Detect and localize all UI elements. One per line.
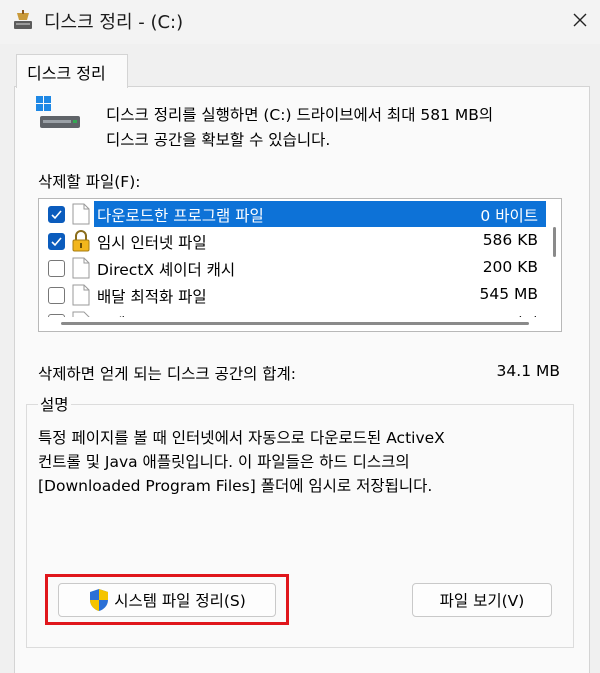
checkbox-directx-shader-cache[interactable] — [48, 260, 65, 277]
lock-icon — [72, 230, 90, 252]
vertical-scrollbar[interactable] — [546, 199, 561, 317]
drive-icon — [36, 96, 80, 128]
list-item-delivery-optimization-files[interactable]: 배달 최적화 파일 545 MB — [39, 282, 546, 309]
close-icon — [573, 13, 587, 27]
list-item-temporary-internet-files[interactable]: 임시 인터넷 파일 586 KB — [39, 228, 546, 255]
highlight-annotation — [45, 574, 289, 625]
close-button[interactable] — [566, 6, 594, 34]
horizontal-scrollbar[interactable] — [39, 317, 561, 331]
file-size: 200 KB — [482, 258, 538, 276]
description-line-3: [Downloaded Program Files] 폴더에 임시로 저장됩니다… — [38, 477, 433, 495]
checkmark-icon — [51, 210, 62, 220]
description-line-1: 특정 페이지를 볼 때 인터넷에서 자동으로 다운로드된 ActiveX — [38, 429, 445, 447]
file-name: 임시 인터넷 파일 — [97, 234, 207, 252]
checkbox-temporary-internet-files[interactable] — [48, 233, 65, 250]
description-line-2: 컨트롤 및 Java 애플릿입니다. 이 파일들은 하드 디스크의 — [38, 453, 410, 471]
vertical-scroll-thumb[interactable] — [553, 227, 556, 257]
file-size: 545 MB — [479, 285, 538, 303]
list-item-downloaded-program-files[interactable]: 다운로드한 프로그램 파일 0 바이트 — [39, 201, 546, 228]
view-files-button[interactable]: 파일 보기(V) — [412, 583, 552, 617]
list-item-directx-shader-cache[interactable]: DirectX 셰이더 캐시 200 KB — [39, 255, 546, 282]
tab-disk-cleanup[interactable]: 디스크 정리 — [16, 54, 128, 88]
horizontal-scroll-thumb[interactable] — [61, 322, 529, 325]
file-size: 0 바이트 — [480, 207, 538, 225]
file-name: DirectX 셰이더 캐시 — [97, 261, 236, 279]
checkmark-icon — [51, 237, 62, 247]
intro-line-2: 디스크 공간을 확보할 수 있습니다. — [106, 131, 331, 149]
total-space-label: 삭제하면 얻게 되는 디스크 공간의 합계: — [38, 365, 297, 383]
checkbox-delivery-optimization-files[interactable] — [48, 287, 65, 304]
file-name: 배달 최적화 파일 — [97, 288, 207, 306]
description-legend: 설명 — [38, 393, 71, 415]
total-space-value: 34.1 MB — [496, 362, 560, 380]
files-listbox[interactable]: 다운로드한 프로그램 파일 0 바이트 임시 인터넷 파일 586 KB Dir… — [38, 198, 562, 332]
file-size: 586 KB — [482, 231, 538, 249]
description-text: 특정 페이지를 볼 때 인터넷에서 자동으로 다운로드된 ActiveX 컨트롤… — [38, 426, 445, 498]
file-icon — [72, 203, 90, 225]
file-icon — [72, 257, 90, 279]
checkbox-downloaded-program-files[interactable] — [48, 206, 65, 223]
intro-text: 디스크 정리를 실행하면 (C:) 드라이브에서 최대 581 MB의 디스크 … — [106, 103, 493, 153]
disk-cleanup-icon — [14, 10, 32, 29]
title-bar: 디스크 정리 - (C:) — [0, 0, 600, 44]
window-title: 디스크 정리 - (C:) — [44, 12, 184, 33]
files-to-delete-label: 삭제할 파일(F): — [38, 173, 141, 191]
file-name: 다운로드한 프로그램 파일 — [97, 207, 264, 225]
intro-line-1: 디스크 정리를 실행하면 (C:) 드라이브에서 최대 581 MB의 — [106, 106, 494, 124]
file-icon — [72, 284, 90, 306]
